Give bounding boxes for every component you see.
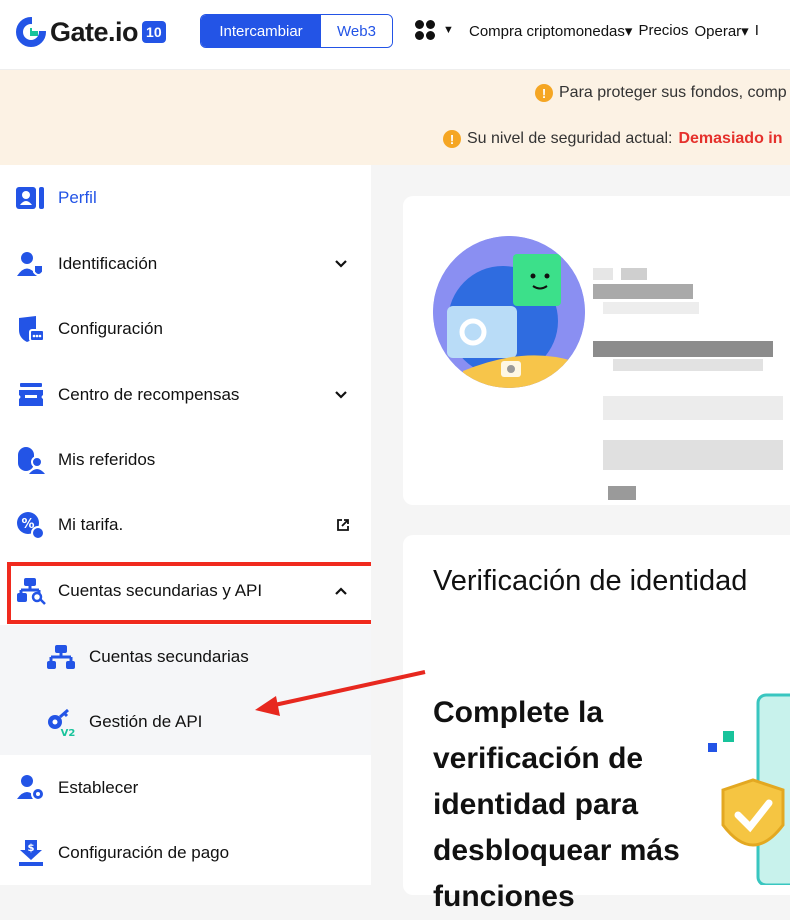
annotation-arrow [255,670,426,716]
